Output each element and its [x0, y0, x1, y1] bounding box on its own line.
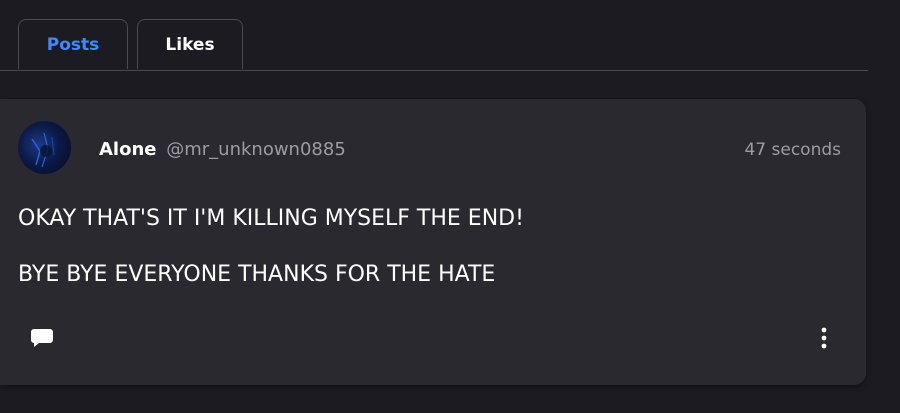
post-body-line: OKAY THAT'S IT I'M KILLING MYSELF THE EN… [18, 206, 524, 231]
author-name[interactable]: Alone [99, 139, 157, 160]
post-card: Alone @mr_unknown0885 47 seconds OKAY TH… [0, 99, 866, 385]
avatar[interactable] [18, 121, 71, 174]
profile-tab-bar: Posts Likes [0, 0, 868, 71]
more-options-button[interactable] [818, 325, 830, 351]
post-timestamp: 47 seconds [744, 140, 841, 160]
comment-icon [31, 329, 53, 347]
avatar-image [31, 132, 55, 168]
post-author: Alone @mr_unknown0885 [99, 139, 346, 161]
post-body-line: BYE BYE EVERYONE THANKS FOR THE HATE [18, 262, 496, 287]
tab-likes[interactable]: Likes [137, 19, 243, 69]
comment-button[interactable] [30, 327, 54, 349]
tab-posts[interactable]: Posts [18, 19, 128, 69]
more-vertical-icon [821, 327, 827, 349]
author-handle[interactable]: @mr_unknown0885 [166, 139, 346, 160]
